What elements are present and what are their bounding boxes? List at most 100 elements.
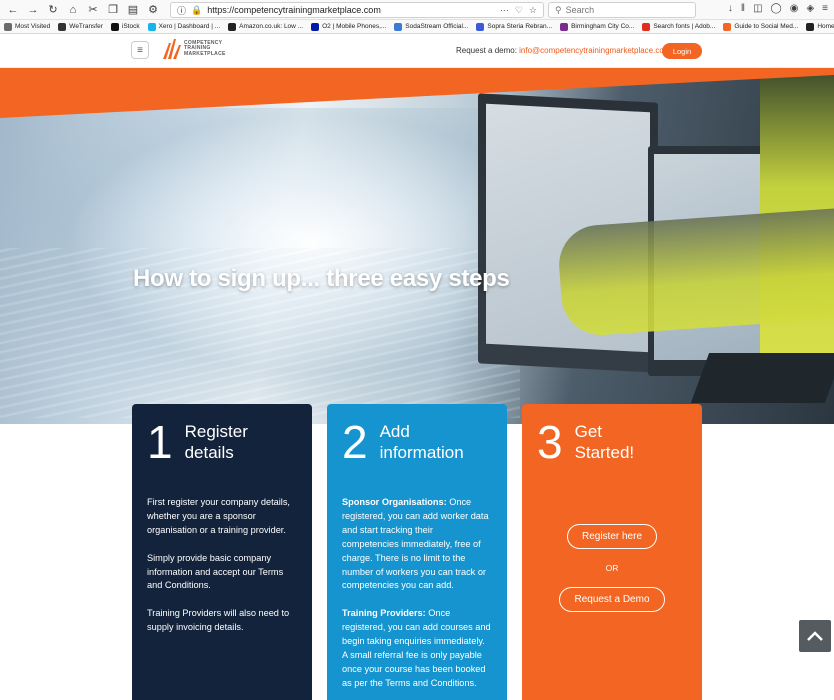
provider-text: Once registered, you can add courses and… <box>342 608 491 688</box>
bookmark-item[interactable]: WeTransfer <box>58 22 103 31</box>
search-input[interactable]: ⚲ Search <box>548 2 696 18</box>
download-icon[interactable]: ↓ <box>728 3 733 14</box>
settings-icon[interactable]: ⚙ <box>146 3 160 17</box>
scroll-to-top-button[interactable] <box>799 620 831 652</box>
bookmark-item[interactable]: Sopra Steria Rebran... <box>476 22 553 31</box>
sponsor-heading: Sponsor Organisations: <box>342 497 447 507</box>
step-title-line-2: details <box>184 443 234 462</box>
register-here-button[interactable]: Register here <box>566 524 658 549</box>
bookmark-favicon-icon <box>806 22 815 31</box>
bookmark-label: Guide to Social Med... <box>734 23 799 30</box>
bookmark-favicon-icon <box>723 22 732 31</box>
bookmark-label: Xero | Dashboard | ... <box>158 23 221 30</box>
bookmark-star-icon[interactable]: ☆ <box>529 5 537 16</box>
bookmark-favicon-icon <box>228 22 237 31</box>
hamburger-menu-button[interactable]: ≡ <box>131 41 149 59</box>
bookmark-favicon-icon <box>58 22 67 31</box>
chevron-up-icon <box>807 631 823 641</box>
extension-icon[interactable]: ◉ <box>790 3 799 14</box>
sponsor-text: Once registered, you can add worker data… <box>342 497 489 591</box>
step-title: Add information <box>380 421 464 463</box>
step-card-3: 3 Get Started! Register here OR Request … <box>522 404 702 700</box>
bookmark-item[interactable]: Amazon.co.uk: Low ... <box>228 22 304 31</box>
bookmark-favicon-icon <box>311 22 320 31</box>
bookmark-favicon-icon <box>560 22 569 31</box>
sidebar-icon[interactable]: ◫ <box>753 3 762 14</box>
bookmark-label: Search fonts | Adob... <box>653 23 716 30</box>
step-title: Get Started! <box>575 421 635 463</box>
hero-worker-arm <box>556 208 834 338</box>
step-number: 1 <box>147 416 173 468</box>
demo-email-link[interactable]: info@competencytrainingmarketplace.com <box>519 46 670 55</box>
bookmark-label: Amazon.co.uk: Low ... <box>239 23 304 30</box>
bookmark-item[interactable]: Most Visited <box>4 22 51 31</box>
bookmark-label: Birmingham City Co... <box>571 23 635 30</box>
paste-icon[interactable]: ▤ <box>126 3 140 17</box>
forward-icon[interactable]: → <box>26 3 40 17</box>
hero-banner: How to sign up... three easy steps <box>0 68 834 424</box>
search-placeholder: Search <box>565 5 595 15</box>
account-icon[interactable]: ◯ <box>771 3 782 14</box>
bookmark-item[interactable]: SodaStream Official... <box>394 22 469 31</box>
bookmarks-toolbar: Most Visited WeTransfer iStock Xero | Dashb… <box>0 20 834 34</box>
or-separator: OR <box>605 563 619 573</box>
logo[interactable]: COMPETENCY TRAINING MARKETPLACE <box>163 39 226 59</box>
pocket-icon[interactable]: ♡ <box>515 5 523 16</box>
step-body: Sponsor Organisations: Once registered, … <box>342 496 492 691</box>
bookmark-label: iStock <box>121 23 140 30</box>
bookmark-label: Most Visited <box>15 23 51 30</box>
hero-keyboard <box>690 353 834 403</box>
step-paragraph: First register your company details, whe… <box>147 497 290 535</box>
info-icon[interactable]: ⓘ <box>177 4 186 17</box>
home-icon[interactable]: ⌂ <box>66 3 80 17</box>
bookmark-label: Sopra Steria Rebran... <box>487 23 553 30</box>
provider-heading: Training Providers: <box>342 608 426 619</box>
step-paragraph: Training Providers: Once registered, you… <box>342 607 492 690</box>
step-paragraph: Training Providers will also need to sup… <box>147 608 290 633</box>
extension-icon-2[interactable]: ◈ <box>806 3 814 14</box>
menu-icon[interactable]: ≡ <box>822 3 828 14</box>
request-demo-button[interactable]: Request a Demo <box>559 587 665 612</box>
step-paragraph: Sponsor Organisations: Once registered, … <box>342 496 492 593</box>
bookmark-favicon-icon <box>4 22 12 31</box>
step-paragraph: Simply provide basic company information… <box>147 552 284 591</box>
search-icon: ⚲ <box>555 4 562 15</box>
bookmark-item[interactable]: O2 | Mobile Phones,... <box>311 22 387 31</box>
bookmark-favicon-icon <box>642 22 651 31</box>
reload-icon[interactable]: ↻ <box>46 3 60 17</box>
login-button[interactable]: Login <box>662 43 702 59</box>
bookmark-label: SodaStream Official... <box>405 23 469 30</box>
lock-icon: 🔒 <box>191 4 203 15</box>
bookmark-item[interactable]: Home of Mauve Des... <box>806 22 834 31</box>
logo-text: COMPETENCY TRAINING MARKETPLACE <box>184 40 226 58</box>
logo-mark-icon <box>163 39 181 59</box>
step-title-line-1: Get <box>574 422 602 441</box>
step-title-line-1: Add <box>379 422 410 441</box>
step-title-line-2: Started! <box>574 443 635 462</box>
site-header: ≡ COMPETENCY TRAINING MARKETPLACE Reques… <box>0 34 834 68</box>
bookmark-item[interactable]: Xero | Dashboard | ... <box>147 22 221 31</box>
step-card-1: 1 Register details First register your c… <box>132 404 312 700</box>
bookmark-item[interactable]: Search fonts | Adob... <box>642 22 716 31</box>
page-actions-icon[interactable]: ⋯ <box>500 5 509 16</box>
step-number: 3 <box>537 416 563 468</box>
bookmark-label: O2 | Mobile Phones,... <box>322 23 387 30</box>
bookmark-favicon-icon <box>147 22 156 31</box>
demo-prefix: Request a demo: <box>456 46 520 55</box>
step-title: Register details <box>185 421 248 463</box>
url-bar[interactable]: ⓘ 🔒 https://competencytrainingmarketplac… <box>170 2 544 18</box>
bookmark-item[interactable]: Guide to Social Med... <box>723 22 799 31</box>
copy-icon[interactable]: ❐ <box>106 3 120 17</box>
url-text[interactable]: https://competencytrainingmarketplace.co… <box>207 5 381 15</box>
library-icon[interactable]: ‖ <box>741 3 745 14</box>
back-icon[interactable]: ← <box>6 3 20 17</box>
step-title-line-1: Register <box>184 422 248 441</box>
bookmark-item[interactable]: Birmingham City Co... <box>560 22 635 31</box>
browser-toolbar: ← → ↻ ⌂ ✂ ❐ ▤ ⚙ ⓘ 🔒 https://competencytr… <box>0 0 834 20</box>
hero-title: How to sign up... three easy steps <box>133 265 510 292</box>
bookmark-favicon-icon <box>394 22 403 31</box>
step-title-line-2: information <box>379 443 464 462</box>
cut-icon[interactable]: ✂ <box>86 3 100 17</box>
bookmark-item[interactable]: iStock <box>110 22 140 31</box>
step-number: 2 <box>342 416 368 468</box>
